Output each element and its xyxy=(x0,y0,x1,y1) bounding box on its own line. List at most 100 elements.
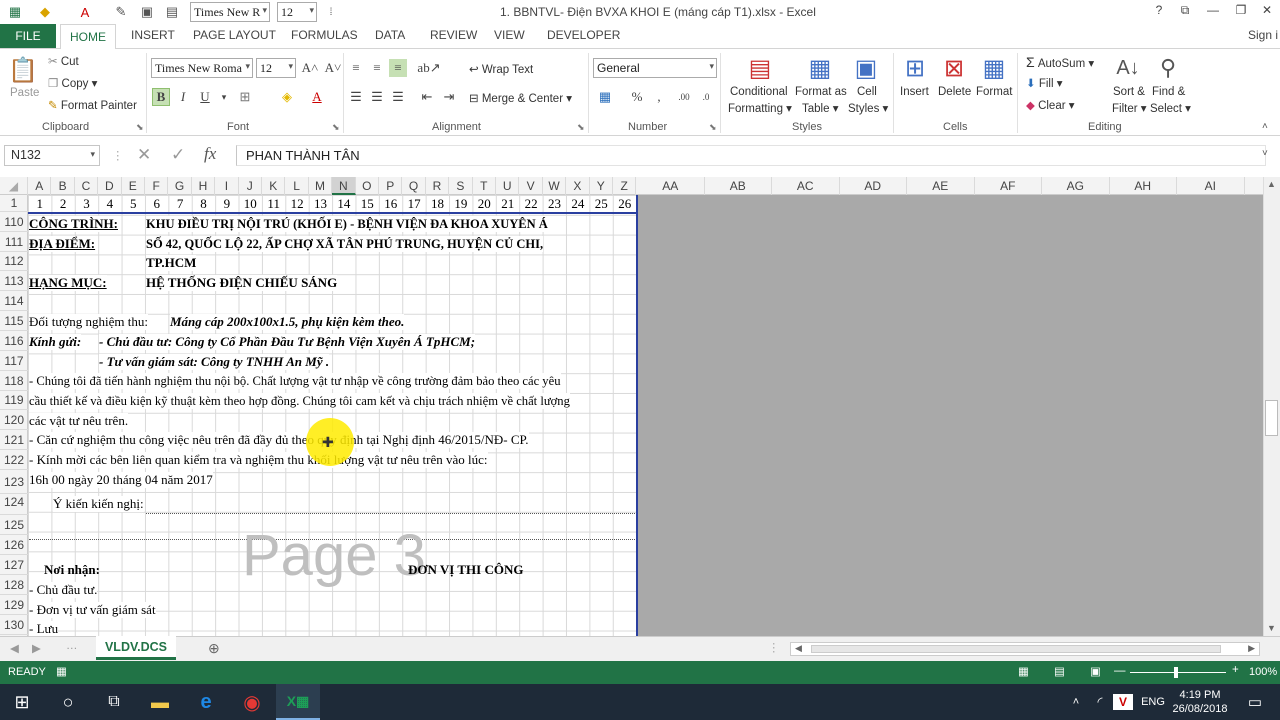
cell-can-cu[interactable]: - Căn cứ nghiệm thu công việc nêu trên đ… xyxy=(29,432,529,448)
cell-thoi-gian[interactable]: 16h 00 ngày 20 tháng 04 năm 2017 xyxy=(29,472,213,488)
page-layout-view-icon[interactable]: ▤ xyxy=(1054,664,1065,678)
wifi-icon[interactable]: ◜ xyxy=(1090,684,1110,720)
accounting-format-icon[interactable]: ▦ xyxy=(596,88,614,106)
tab-page-layout[interactable]: PAGE LAYOUT xyxy=(193,28,276,42)
fill-button[interactable]: ⬇ Fill ▾ xyxy=(1026,76,1063,90)
row-1-number-cell[interactable]: 24 xyxy=(566,196,589,212)
conditional-formatting-label1[interactable]: Conditional xyxy=(730,86,788,98)
paste-button[interactable]: Paste xyxy=(10,87,39,99)
row-header[interactable]: 1 xyxy=(0,195,28,212)
row-header[interactable]: 112 xyxy=(0,252,28,271)
row-header[interactable]: 111 xyxy=(0,232,28,252)
tab-split-icon[interactable]: ⋮ xyxy=(768,640,780,654)
cut-button[interactable]: ✂ Cut xyxy=(48,54,79,68)
prev-sheet-icon[interactable]: ◀ xyxy=(10,641,19,655)
column-header[interactable]: Q xyxy=(402,177,426,195)
column-header[interactable]: H xyxy=(192,177,216,195)
column-header[interactable]: K xyxy=(262,177,286,195)
row-1-number-cell[interactable]: 15 xyxy=(356,196,379,212)
increase-decimal-icon[interactable]: .00 xyxy=(675,88,693,106)
tab-home[interactable]: HOME xyxy=(60,24,116,49)
row-header[interactable]: 121 xyxy=(0,430,28,450)
row-1-number-cell[interactable]: 26 xyxy=(613,196,636,212)
decrease-indent-icon[interactable]: ⇤ xyxy=(418,88,436,106)
number-launcher-icon[interactable]: ⬊ xyxy=(709,122,717,133)
normal-view-icon[interactable]: ▦ xyxy=(1018,664,1029,678)
column-header[interactable]: M xyxy=(309,177,333,195)
conditional-formatting-icon[interactable]: ▤ xyxy=(745,53,775,83)
bold-button[interactable]: B xyxy=(152,88,170,106)
find-select-label1[interactable]: Find & xyxy=(1152,86,1185,98)
zoom-out-icon[interactable]: — xyxy=(1114,665,1126,677)
wrap-text-button[interactable]: ↩ Wrap Text xyxy=(469,62,533,76)
column-header[interactable]: A xyxy=(28,177,52,195)
column-header[interactable]: G xyxy=(168,177,192,195)
sort-filter-icon[interactable]: A↓ xyxy=(1113,53,1143,83)
row-header[interactable]: 127 xyxy=(0,555,28,575)
cell-cong-trinh-value[interactable]: KHU ĐIỀU TRỊ NỘI TRÚ (KHỐI E) - BỆNH VIỆ… xyxy=(146,216,548,232)
tab-data[interactable]: DATA xyxy=(375,28,405,42)
clipboard-launcher-icon[interactable]: ⬊ xyxy=(136,122,144,133)
format-as-table-icon[interactable]: ▦ xyxy=(805,53,835,83)
format-as-table-label1[interactable]: Format as xyxy=(795,86,847,98)
qat-font-size[interactable]: 12 ▾ xyxy=(277,2,317,22)
column-header[interactable]: AH xyxy=(1110,177,1177,195)
column-header[interactable]: C xyxy=(75,177,99,195)
clear-button[interactable]: ◆ Clear ▾ xyxy=(1026,98,1075,112)
page-break-view-icon[interactable]: ▣ xyxy=(1090,664,1101,678)
cell-doi-tuong-label[interactable]: Đối tượng nghiệm thu: xyxy=(29,314,148,330)
save-icon[interactable]: ▣ xyxy=(138,3,156,21)
row-1-number-cell[interactable]: 21 xyxy=(496,196,519,212)
cancel-entry-icon[interactable]: ✕ xyxy=(137,145,151,165)
column-header[interactable]: E xyxy=(122,177,145,195)
conditional-formatting-label2[interactable]: Formatting ▾ xyxy=(728,101,792,115)
tab-formulas[interactable]: FORMULAS xyxy=(291,28,358,42)
column-header[interactable]: Z xyxy=(613,177,637,195)
font-color-icon[interactable]: A xyxy=(76,3,94,21)
row-1-number-cell[interactable]: 14 xyxy=(332,196,355,212)
column-header[interactable]: F xyxy=(145,177,169,195)
paint-bucket-icon[interactable]: ◆ xyxy=(36,3,54,21)
cell-cong-trinh-label[interactable]: CÔNG TRÌNH: xyxy=(29,216,118,232)
decrease-decimal-icon[interactable]: .0 xyxy=(697,88,715,106)
zoom-level[interactable]: 100% xyxy=(1249,666,1277,678)
zoom-slider-thumb[interactable] xyxy=(1174,667,1178,678)
qat-customize-icon[interactable]: ⁞ xyxy=(322,3,340,21)
help-button[interactable]: ? xyxy=(1146,3,1172,21)
expand-formula-bar-icon[interactable]: ˅ xyxy=(1262,148,1268,159)
clock[interactable]: 4:19 PM 26/08/2018 xyxy=(1172,684,1228,720)
row-header[interactable]: 125 xyxy=(0,515,28,535)
formula-input[interactable]: PHAN THÀNH TÂN xyxy=(236,145,1266,166)
cell-noi-nhan[interactable]: Nơi nhận: xyxy=(44,562,100,578)
name-box[interactable]: N132 ▾ xyxy=(4,145,100,166)
column-header[interactable]: N xyxy=(332,177,356,195)
font-launcher-icon[interactable]: ⬊ xyxy=(332,122,340,133)
unikey-icon[interactable]: V xyxy=(1113,694,1133,710)
font-size-select[interactable]: 12 ▾ xyxy=(256,58,296,78)
cell-styles-label2[interactable]: Styles ▾ xyxy=(848,101,888,115)
row-header[interactable]: 119 xyxy=(0,391,28,410)
row-1-number-cell[interactable]: 7 xyxy=(168,196,191,212)
column-header[interactable]: L xyxy=(285,177,309,195)
cell-dia-diem-label[interactable]: ĐỊA ĐIỂM: xyxy=(29,236,96,252)
cell-hang-muc-value[interactable]: HỆ THỐNG ĐIỆN CHIẾU SÁNG xyxy=(146,275,338,291)
zoom-in-icon[interactable]: + xyxy=(1232,664,1239,676)
new-sheet-icon[interactable]: ⊕ xyxy=(208,640,220,657)
format-as-table-label2[interactable]: Table ▾ xyxy=(802,101,838,115)
cell-dia-diem-value[interactable]: SỐ 42, QUỐC LỘ 22, ẤP CHỢ XÃ TÂN PHÚ TRU… xyxy=(146,236,544,252)
sign-in-link[interactable]: Sign i xyxy=(1248,28,1278,42)
column-header[interactable]: O xyxy=(356,177,379,195)
restore-icon[interactable]: ❐ xyxy=(1228,3,1254,21)
align-right-icon[interactable]: ☰ xyxy=(389,88,407,106)
insert-function-button[interactable]: fx xyxy=(204,144,216,164)
column-header[interactable]: D xyxy=(98,177,122,195)
row-header[interactable]: 130 xyxy=(0,615,28,635)
cell-styles-icon[interactable]: ▣ xyxy=(851,53,881,83)
macro-record-icon[interactable]: ▦ xyxy=(56,664,67,678)
alignment-launcher-icon[interactable]: ⬊ xyxy=(577,122,585,133)
number-format-select[interactable]: General ▾ xyxy=(593,58,717,78)
row-header[interactable]: 124 xyxy=(0,490,28,515)
percent-button[interactable]: % xyxy=(628,88,646,106)
tab-developer[interactable]: DEVELOPER xyxy=(547,28,620,42)
cell-dia-diem-value2[interactable]: TP.HCM xyxy=(146,255,197,271)
